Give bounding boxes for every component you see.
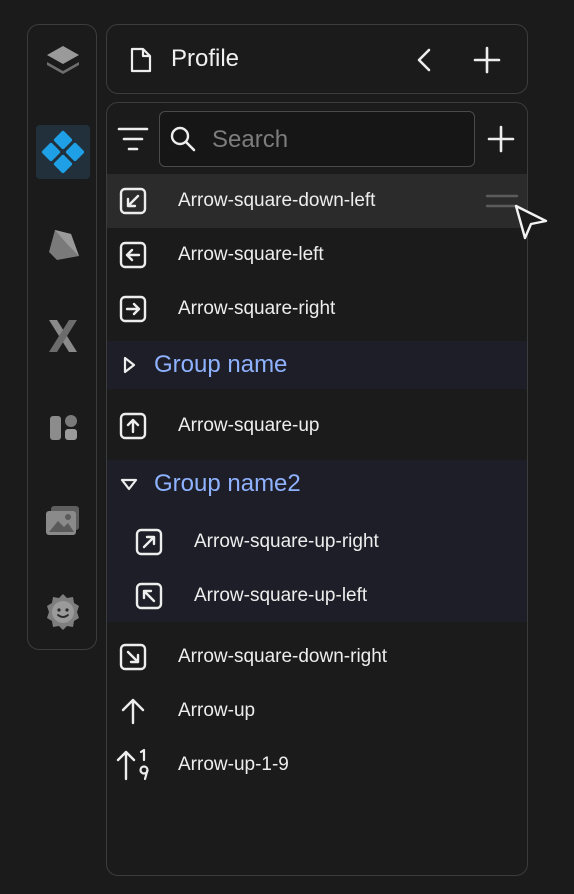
list-item-label: Arrow-square-down-left — [178, 190, 376, 211]
caret-down-icon[interactable] — [115, 468, 143, 500]
add-item-button[interactable] — [485, 123, 517, 155]
side-rail — [27, 24, 97, 650]
rail-components-button[interactable] — [36, 125, 90, 179]
arrow-square-up-icon — [117, 410, 149, 442]
rail-layers-button[interactable] — [36, 33, 90, 87]
arrow-square-down-left-icon — [117, 185, 149, 217]
arrow-square-left-icon — [117, 239, 149, 271]
filter-icon — [117, 127, 149, 151]
list-item-label: Arrow-square-up — [178, 415, 320, 436]
list-item-label: Arrow-square-down-right — [178, 646, 388, 667]
list-item[interactable]: Arrow-square-up-left — [107, 569, 527, 623]
list-item-label: Arrow-square-left — [178, 244, 324, 265]
header-bar: Profile — [106, 24, 528, 94]
diamond-grid-icon — [41, 130, 85, 174]
back-button[interactable] — [409, 45, 439, 75]
x-icon — [49, 320, 77, 352]
components-icon — [50, 415, 77, 440]
arrow-square-up-left-icon — [133, 580, 165, 612]
rail-x-button[interactable] — [36, 309, 90, 363]
rail-widgets-button[interactable] — [36, 401, 90, 455]
caret-right-icon[interactable] — [115, 349, 143, 381]
add-page-button[interactable] — [471, 45, 503, 75]
search-input[interactable] — [210, 124, 464, 156]
arrow-square-down-right-icon — [117, 641, 149, 673]
group-header[interactable]: Group name2 — [107, 460, 527, 508]
chevron-left-icon — [417, 48, 431, 72]
file-icon — [127, 45, 155, 75]
list-item[interactable]: Arrow-square-up-right — [107, 515, 527, 569]
list-item[interactable]: Arrow-square-left — [107, 228, 527, 282]
list-item-label: Arrow-up — [178, 700, 256, 721]
plus-icon — [473, 46, 501, 74]
search-icon — [168, 124, 198, 154]
list-item[interactable]: Arrow-square-down-right — [107, 630, 527, 684]
group-header[interactable]: Group name — [107, 341, 527, 389]
list-item-label: Arrow-square-up-left — [194, 585, 368, 606]
arrow-square-right-icon — [117, 293, 149, 325]
layers-icon — [47, 46, 79, 74]
arrow-up-1-9-icon — [115, 748, 153, 781]
list-item[interactable]: Arrow-square-right — [107, 282, 527, 336]
list-item[interactable]: Arrow-up-1-9 — [107, 738, 527, 792]
rail-box-button[interactable] — [36, 217, 90, 271]
arrow-square-up-right-icon — [133, 526, 165, 558]
list-item[interactable]: Arrow-square-up — [107, 399, 527, 453]
rail-settings-button[interactable] — [36, 585, 90, 639]
page-title: Profile — [171, 45, 240, 72]
list-item[interactable]: Arrow-square-down-left — [107, 174, 527, 228]
filter-button[interactable] — [115, 123, 151, 155]
list-item-label: Arrow-square-right — [178, 298, 336, 319]
list-item-label: Arrow-up-1-9 — [178, 754, 289, 775]
group-label: Group name2 — [154, 470, 301, 497]
mouse-cursor-icon — [514, 204, 548, 240]
arrow-up-icon — [117, 695, 149, 727]
group-label: Group name — [154, 351, 288, 378]
settings-gear-icon — [47, 594, 79, 630]
list-item[interactable]: Arrow-up — [107, 684, 527, 738]
box-icon — [49, 230, 79, 260]
plus-icon — [487, 125, 515, 153]
rail-images-button[interactable] — [36, 493, 90, 547]
search-box — [159, 111, 475, 167]
list-item-label: Arrow-square-up-right — [194, 531, 379, 552]
layers-panel: Arrow-square-down-left Arrow-square-left… — [106, 102, 528, 876]
images-icon — [46, 506, 79, 535]
